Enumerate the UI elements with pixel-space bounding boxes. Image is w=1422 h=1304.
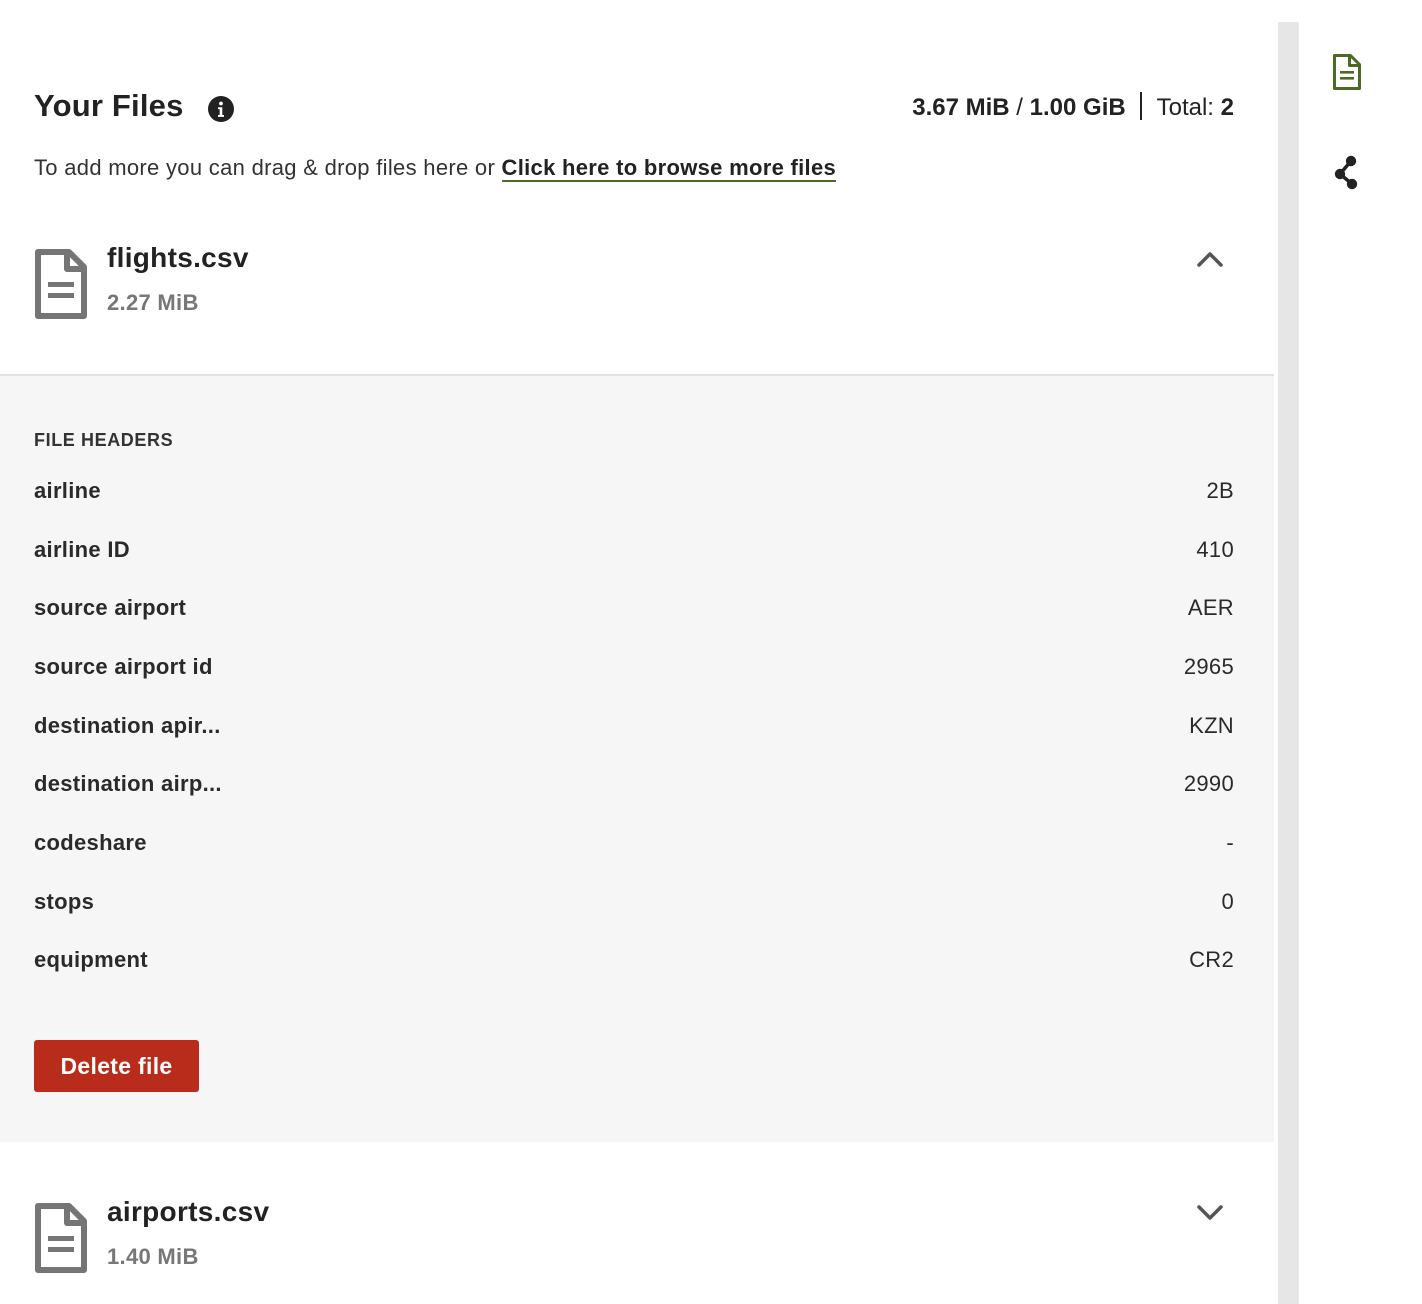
file-name[interactable]: flights.csv	[107, 242, 249, 274]
file-name[interactable]: airports.csv	[107, 1196, 269, 1228]
header-row: equipment CR2	[34, 947, 1234, 977]
header-name: codeshare	[34, 830, 147, 855]
header-row: source airport id 2965	[34, 654, 1234, 684]
upload-hint: To add more you can drag & drop files he…	[34, 155, 837, 182]
header-sample-value: -	[1226, 830, 1234, 855]
file-document-icon	[34, 248, 88, 320]
divider	[1140, 92, 1143, 120]
header-row: airline 2B	[34, 478, 1234, 508]
header-sample-value: KZN	[1189, 713, 1234, 738]
header-name: source airport	[34, 595, 187, 620]
header-sample-value: AER	[1187, 595, 1234, 620]
chevron-down-icon[interactable]	[1194, 1196, 1226, 1228]
header-row: destination airp... 2990	[34, 771, 1234, 801]
header-name: destination apir...	[34, 713, 221, 738]
header-sample-value: 410	[1196, 537, 1234, 562]
header-name: destination airp...	[34, 771, 222, 796]
header-row: stops 0	[34, 889, 1234, 919]
header-name: stops	[34, 889, 95, 914]
storage-usage: 3.67 MiB / 1.00 GiB Total: 2	[912, 92, 1234, 122]
files-panel: Your Files 3.67 MiB / 1.00 GiB Total: 2 …	[0, 0, 1274, 1304]
info-icon[interactable]	[207, 95, 235, 123]
file-size: 1.40 MiB	[107, 1244, 199, 1269]
header-row: airline ID 410	[34, 537, 1234, 567]
share-nodes-icon[interactable]	[1323, 148, 1371, 196]
header-sample-value: 2B	[1206, 478, 1234, 503]
delete-file-button[interactable]: Delete file	[34, 1040, 199, 1092]
total-count: 2	[1220, 94, 1234, 121]
chevron-up-icon[interactable]	[1194, 243, 1226, 275]
file-document-icon	[34, 1202, 88, 1274]
header-sample-value: 2965	[1183, 654, 1234, 679]
total-label: Total:	[1156, 94, 1214, 121]
header-name: airline	[34, 478, 101, 503]
header-sample-value: CR2	[1189, 947, 1234, 972]
document-icon[interactable]	[1323, 48, 1371, 96]
browse-files-link[interactable]: Click here to browse more files	[501, 155, 837, 182]
upload-hint-text: To add more you can drag & drop files he…	[34, 155, 496, 180]
header-row: destination apir... KZN	[34, 713, 1234, 743]
header-name: equipment	[34, 947, 148, 972]
header-sample-value: 0	[1221, 889, 1234, 914]
storage-slash: /	[1016, 94, 1023, 121]
header-name: airline ID	[34, 537, 130, 562]
file-headers-heading: FILE HEADERS	[34, 430, 174, 450]
scrollbar[interactable]	[1278, 22, 1298, 1304]
page-title: Your Files	[34, 88, 184, 123]
file-details-panel: FILE HEADERS airline 2B airline ID 410 s…	[0, 374, 1274, 1142]
header-name: source airport id	[34, 654, 213, 679]
storage-limit: 1.00 GiB	[1029, 94, 1126, 121]
files-header: Your Files 3.67 MiB / 1.00 GiB Total: 2	[34, 88, 1234, 128]
side-rail	[1298, 22, 1400, 1304]
storage-used: 3.67 MiB	[912, 94, 1010, 121]
header-row: codeshare -	[34, 830, 1234, 860]
header-sample-value: 2990	[1183, 771, 1234, 796]
file-size: 2.27 MiB	[107, 290, 199, 315]
header-row: source airport AER	[34, 595, 1234, 625]
